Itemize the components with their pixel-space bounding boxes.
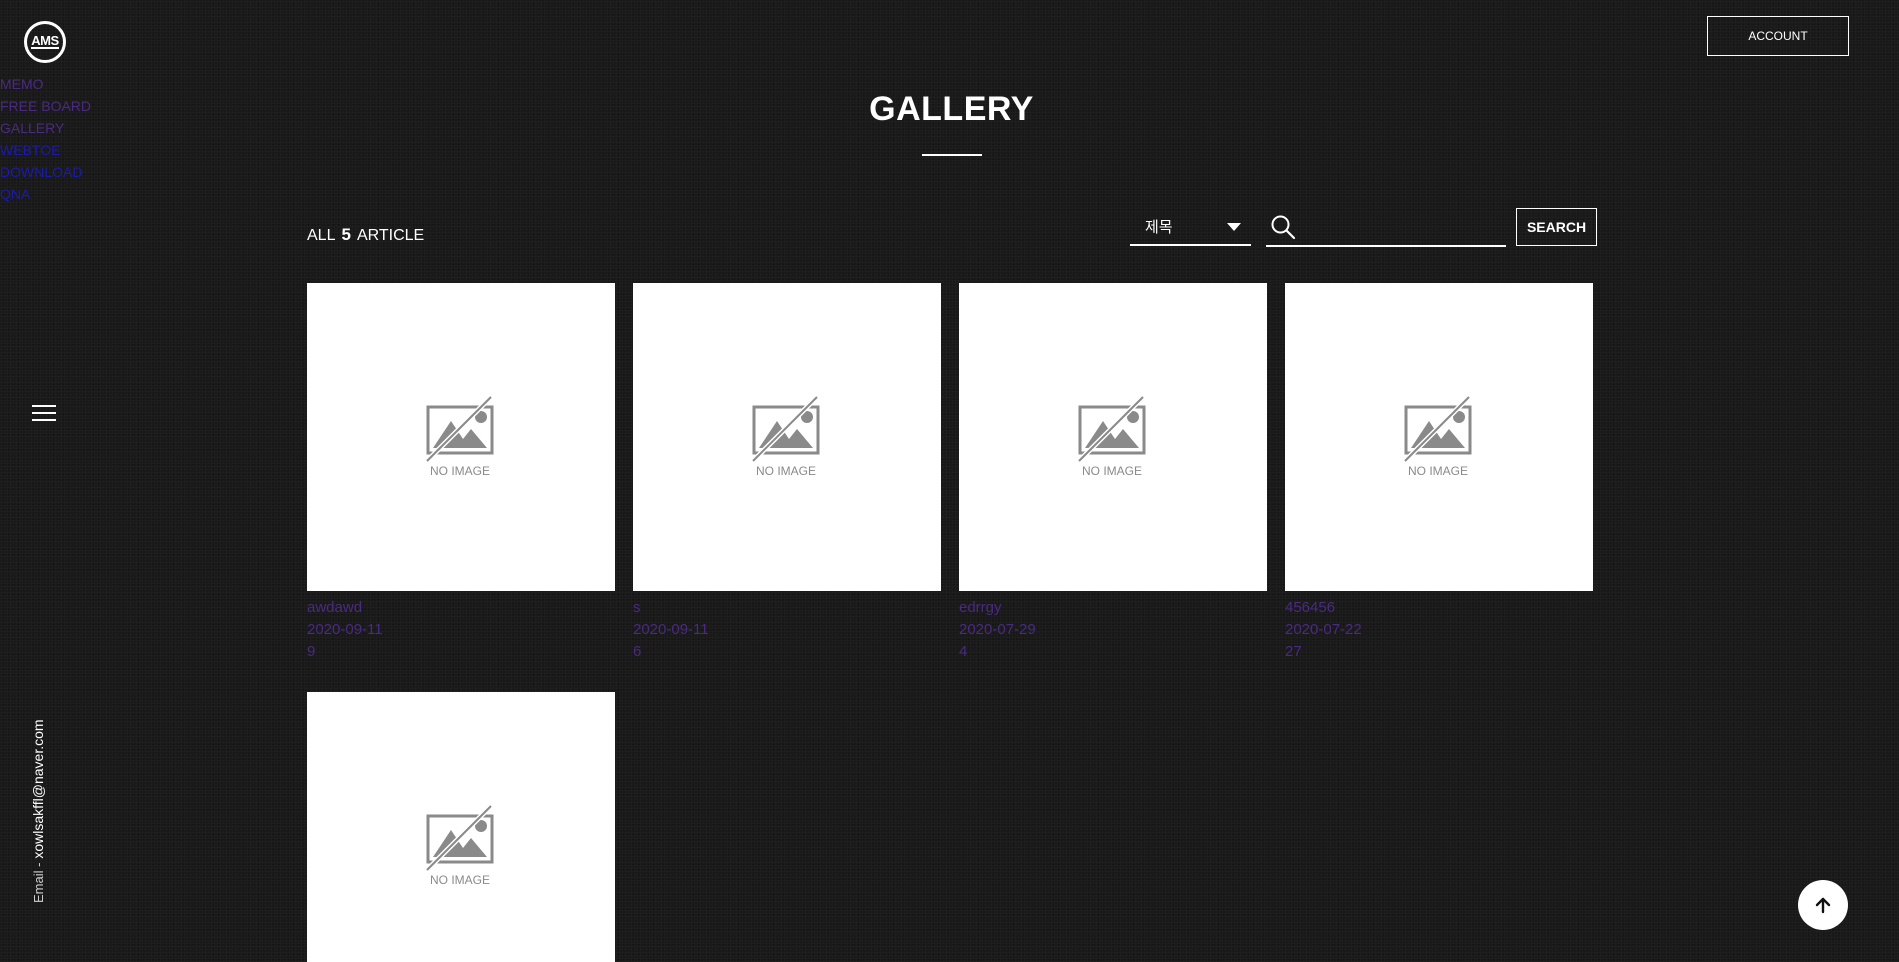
card-date: 2020-09-11 — [633, 621, 709, 638]
article-count: ALL 5 ARTICLE — [307, 225, 424, 245]
gallery-card[interactable]: NO IMAGE 456456 2020-07-22 27 — [1285, 283, 1593, 663]
nav-item-qna[interactable]: QNA — [0, 186, 30, 202]
card-title[interactable]: edrrgy — [959, 597, 1267, 619]
contact-email: Email - xowlsakffl@naver.com — [30, 719, 46, 903]
no-image-label: NO IMAGE — [430, 464, 490, 478]
card-meta: edrrgy 2020-07-29 4 — [959, 597, 1267, 663]
count-value: 5 — [341, 225, 351, 244]
menu-icon[interactable] — [32, 403, 56, 423]
arrow-up-icon — [1815, 897, 1831, 914]
gallery-card[interactable]: NO IMAGE s 2020-09-11 6 — [633, 283, 941, 663]
no-image-label: NO IMAGE — [1408, 464, 1468, 478]
card-date: 2020-09-11 — [307, 621, 383, 638]
card-date: 2020-07-22 — [1285, 621, 1362, 638]
card-title[interactable]: s — [633, 597, 941, 619]
title-divider — [922, 154, 982, 156]
card-date: 2020-07-29 — [959, 621, 1036, 638]
nav-item-webtoon[interactable]: WEBTOE — [0, 142, 60, 158]
card-views: 4 — [959, 643, 968, 660]
gallery-card[interactable]: NO IMAGE edrrgy 2020-07-29 4 — [959, 283, 1267, 663]
chevron-down-icon — [1227, 223, 1241, 231]
scroll-top-button[interactable] — [1798, 880, 1848, 930]
card-views: 9 — [307, 643, 316, 660]
no-image-icon: NO IMAGE — [1403, 395, 1472, 478]
thumbnail[interactable]: NO IMAGE — [633, 283, 941, 591]
search-field-value: 제목 — [1145, 219, 1173, 236]
card-title[interactable]: 456456 — [1285, 597, 1593, 619]
card-views: 27 — [1285, 643, 1302, 660]
nav-item-download[interactable]: DOWNLOAD — [0, 164, 82, 180]
no-image-icon: NO IMAGE — [751, 395, 820, 478]
gallery-card[interactable]: NO IMAGE awdawd 2020-09-11 9 — [307, 283, 615, 663]
thumbnail[interactable]: NO IMAGE — [307, 283, 615, 591]
search-box — [1266, 210, 1506, 247]
thumbnail[interactable]: NO IMAGE — [307, 692, 615, 962]
count-all-label: ALL — [307, 227, 336, 244]
thumbnail[interactable]: NO IMAGE — [1285, 283, 1593, 591]
search-field-select[interactable]: 제목 — [1130, 210, 1251, 246]
thumbnail[interactable]: NO IMAGE — [959, 283, 1267, 591]
no-image-icon: NO IMAGE — [425, 804, 494, 887]
account-button[interactable]: ACCOUNT — [1707, 16, 1849, 56]
card-meta: 456456 2020-07-22 27 — [1285, 597, 1593, 663]
search-input[interactable] — [1304, 214, 1504, 242]
no-image-label: NO IMAGE — [756, 464, 816, 478]
no-image-icon: NO IMAGE — [425, 395, 494, 478]
page-title: GALLERY — [869, 90, 1034, 128]
no-image-icon: NO IMAGE — [1077, 395, 1146, 478]
logo[interactable]: AMS — [24, 21, 66, 63]
gallery-card[interactable]: NO IMAGE — [307, 692, 615, 962]
logo-text: AMS — [31, 33, 59, 49]
no-image-label: NO IMAGE — [1082, 464, 1142, 478]
search-icon — [1271, 215, 1296, 240]
search-button[interactable]: SEARCH — [1516, 208, 1597, 246]
no-image-label: NO IMAGE — [430, 873, 490, 887]
email-label: Email - — [31, 862, 46, 903]
count-article-label: ARTICLE — [356, 227, 425, 244]
card-meta: s 2020-09-11 6 — [633, 597, 941, 663]
email-address: xowlsakffl@naver.com — [30, 719, 46, 859]
card-views: 6 — [633, 643, 642, 660]
card-title[interactable]: awdawd — [307, 597, 615, 619]
card-meta: awdawd 2020-09-11 9 — [307, 597, 615, 663]
